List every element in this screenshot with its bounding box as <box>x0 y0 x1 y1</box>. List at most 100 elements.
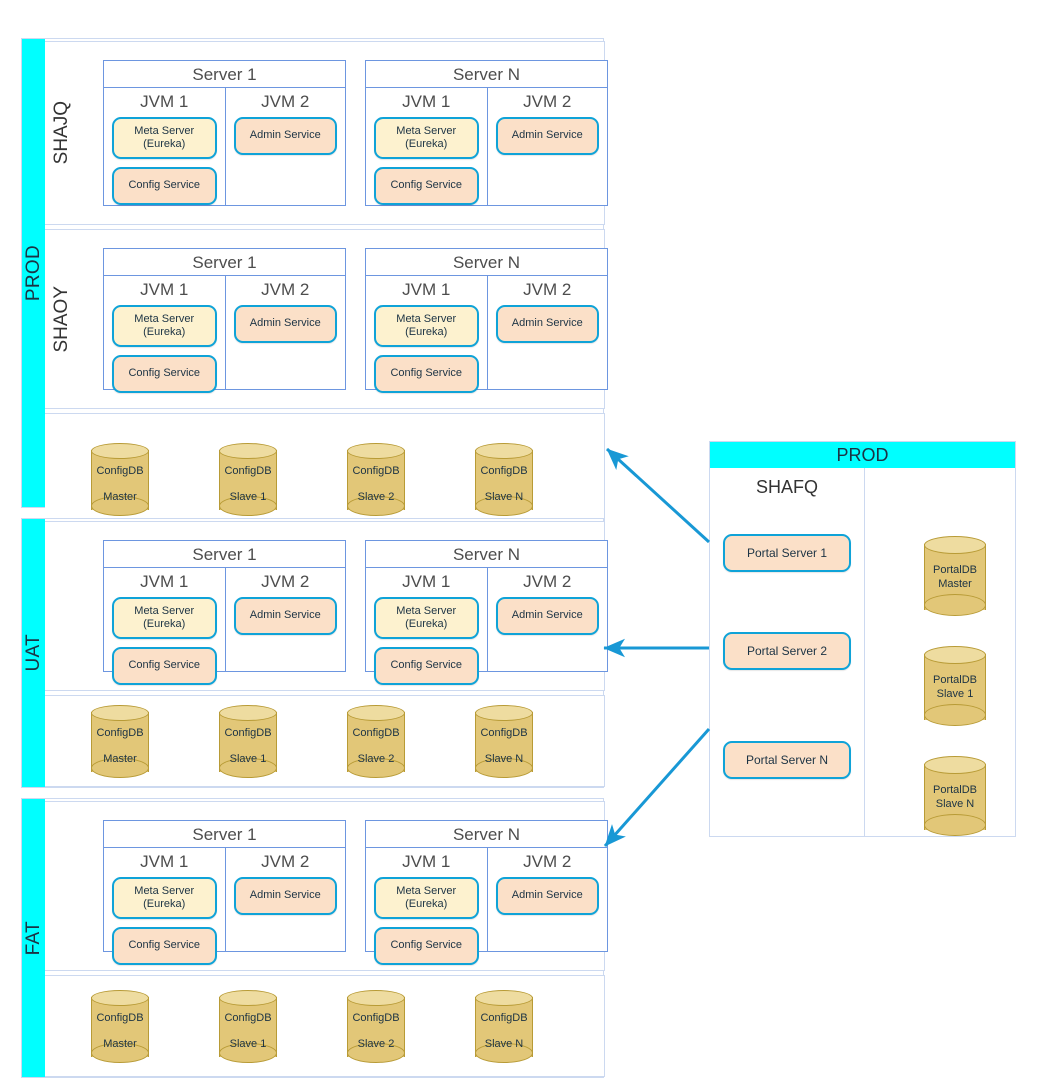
service-config[interactable]: Config Service <box>112 355 217 393</box>
service-config[interactable]: Config Service <box>112 167 217 205</box>
service-label: Admin Service <box>512 609 583 622</box>
environment-name: PROD <box>23 245 45 301</box>
db-role: Slave N <box>475 753 533 765</box>
db-name: ConfigDB <box>219 465 277 477</box>
jvm-title: JVM 2 <box>496 278 600 302</box>
zone-default: Server 1JVM 1Meta Server(Eureka)Config S… <box>45 801 605 971</box>
environment-tag-prod: PROD <box>22 39 45 507</box>
service-admin[interactable]: Admin Service <box>234 597 338 635</box>
jvm-title: JVM 1 <box>374 570 479 594</box>
service-admin[interactable]: Admin Service <box>234 305 338 343</box>
zone-name: SHAOY <box>51 286 73 353</box>
server-title: Server N <box>366 249 607 276</box>
service-meta[interactable]: Meta Server(Eureka) <box>374 877 479 919</box>
service-admin[interactable]: Admin Service <box>496 877 600 915</box>
service-label: Meta Server(Eureka) <box>134 313 194 339</box>
cylinder-top <box>347 990 405 1006</box>
service-label-line: Meta Server <box>396 313 456 325</box>
server-box-1: Server 1JVM 1Meta Server(Eureka)Config S… <box>103 820 346 952</box>
service-meta[interactable]: Meta Server(Eureka) <box>374 117 479 159</box>
service-admin[interactable]: Admin Service <box>496 597 600 635</box>
server-title: Server N <box>366 541 607 568</box>
db-name: ConfigDB <box>91 465 149 477</box>
jvm-1: JVM 1 Meta Server(Eureka) Config Service <box>366 848 487 951</box>
service-config[interactable]: Config Service <box>374 167 479 205</box>
server-box-1: Server 1JVM 1Meta Server(Eureka)Config S… <box>103 248 346 390</box>
db-role: Slave 1 <box>219 1038 277 1050</box>
cylinder-top <box>475 443 533 459</box>
service-label-line: Config Service <box>128 659 200 671</box>
service-label: Admin Service <box>512 317 583 330</box>
zone-body: Server 1 JVM 1 Meta Server(Eureka) Config S… <box>79 522 604 690</box>
jvm-title: JVM 1 <box>374 850 479 874</box>
server-box-2: Server NJVM 1Meta Server(Eureka)Config S… <box>365 248 608 390</box>
service-label: Meta Server(Eureka) <box>134 125 194 151</box>
service-label-line: Config Service <box>128 179 200 191</box>
service-meta[interactable]: Meta Server(Eureka) <box>112 305 217 347</box>
jvm-title: JVM 2 <box>234 850 338 874</box>
service-meta[interactable]: Meta Server(Eureka) <box>374 305 479 347</box>
service-label: Meta Server(Eureka) <box>396 313 456 339</box>
db-name: PortalDB <box>924 564 986 576</box>
cylinder-top <box>347 443 405 459</box>
environment-block-uat: UATServer 1JVM 1Meta Server(Eureka)Confi… <box>21 518 604 788</box>
portal-server-1[interactable]: Portal Server 1 <box>723 534 851 572</box>
service-label-line: (Eureka) <box>405 326 447 338</box>
service-meta[interactable]: Meta Server(Eureka) <box>112 117 217 159</box>
jvm-2: JVM 2Admin Service <box>487 88 608 205</box>
service-label: Config Service <box>128 367 200 380</box>
service-config[interactable]: Config Service <box>112 927 217 965</box>
database-strip-fat: ConfigDBMasterConfigDBSlave 1ConfigDBSla… <box>45 975 605 1077</box>
portal-server-2[interactable]: Portal Server 2 <box>723 632 851 670</box>
service-label-line: (Eureka) <box>143 618 185 630</box>
service-label-line: Config Service <box>128 939 200 951</box>
jvm-title: JVM 2 <box>234 90 338 114</box>
server-title: Server 1 <box>104 541 345 568</box>
jvm-row: JVM 1Meta Server(Eureka)Config ServiceJV… <box>366 568 607 671</box>
service-meta[interactable]: Meta Server(Eureka) <box>374 597 479 639</box>
database-strip-uat: ConfigDBMasterConfigDBSlave 1ConfigDBSla… <box>45 695 605 787</box>
service-meta[interactable]: Meta Server(Eureka) <box>112 597 217 639</box>
jvm-2: JVM 2 Admin Service <box>225 88 346 205</box>
service-admin[interactable]: Admin Service <box>234 877 338 915</box>
db-role: Slave 2 <box>347 491 405 503</box>
service-label: Admin Service <box>512 889 583 902</box>
service-config[interactable]: Config Service <box>374 927 479 965</box>
db-role: Slave 1 <box>924 688 986 700</box>
service-config[interactable]: Config Service <box>374 355 479 393</box>
db-role: Slave N <box>924 798 986 810</box>
db-name: ConfigDB <box>475 727 533 739</box>
service-admin[interactable]: Admin Service <box>496 117 600 155</box>
service-admin[interactable]: Admin Service <box>496 305 600 343</box>
service-label-line: (Eureka) <box>405 618 447 630</box>
service-label-line: (Eureka) <box>143 898 185 910</box>
config-db-cylinder: ConfigDBSlave 1 <box>219 705 277 779</box>
service-label: Config Service <box>390 939 462 952</box>
portal-server-3[interactable]: Portal Server N <box>723 741 851 779</box>
service-label-line: (Eureka) <box>405 138 447 150</box>
service-label: Config Service <box>390 659 462 672</box>
portal-databases-column: PortalDBMasterPortalDBSlave 1PortalDBSla… <box>865 468 1015 836</box>
service-meta[interactable]: Meta Server(Eureka) <box>112 877 217 919</box>
service-config[interactable]: Config Service <box>374 647 479 685</box>
zone-tag <box>45 802 79 970</box>
cylinder-top <box>91 705 149 721</box>
cylinder-top <box>219 443 277 459</box>
jvm-row: JVM 1Meta Server(Eureka)Config ServiceJV… <box>366 276 607 389</box>
service-label: Config Service <box>390 179 462 192</box>
zone-default: Server 1 JVM 1 Meta Server(Eureka) Config S… <box>45 521 605 691</box>
portal-zone-label: SHAFQ <box>710 472 864 502</box>
jvm-2: JVM 2Admin Service <box>225 276 346 389</box>
config-db-cylinder: ConfigDBSlave N <box>475 990 533 1064</box>
service-admin[interactable]: Admin Service <box>234 117 338 155</box>
service-config[interactable]: Config Service <box>112 647 217 685</box>
config-db-cylinder: ConfigDBMaster <box>91 443 149 517</box>
service-label: Meta Server(Eureka) <box>396 605 456 631</box>
service-label-line: (Eureka) <box>143 326 185 338</box>
jvm-row: JVM 1Meta Server(Eureka)Config ServiceJV… <box>104 568 345 671</box>
config-db-cylinder: ConfigDB Slave N <box>475 705 533 779</box>
zone-body: Server 1JVM 1Meta Server(Eureka)Config S… <box>79 42 604 224</box>
zone-tag: SHAJQ <box>45 42 79 224</box>
service-label-line: Config Service <box>390 179 462 191</box>
config-db-cylinder: ConfigDBMaster <box>91 990 149 1064</box>
